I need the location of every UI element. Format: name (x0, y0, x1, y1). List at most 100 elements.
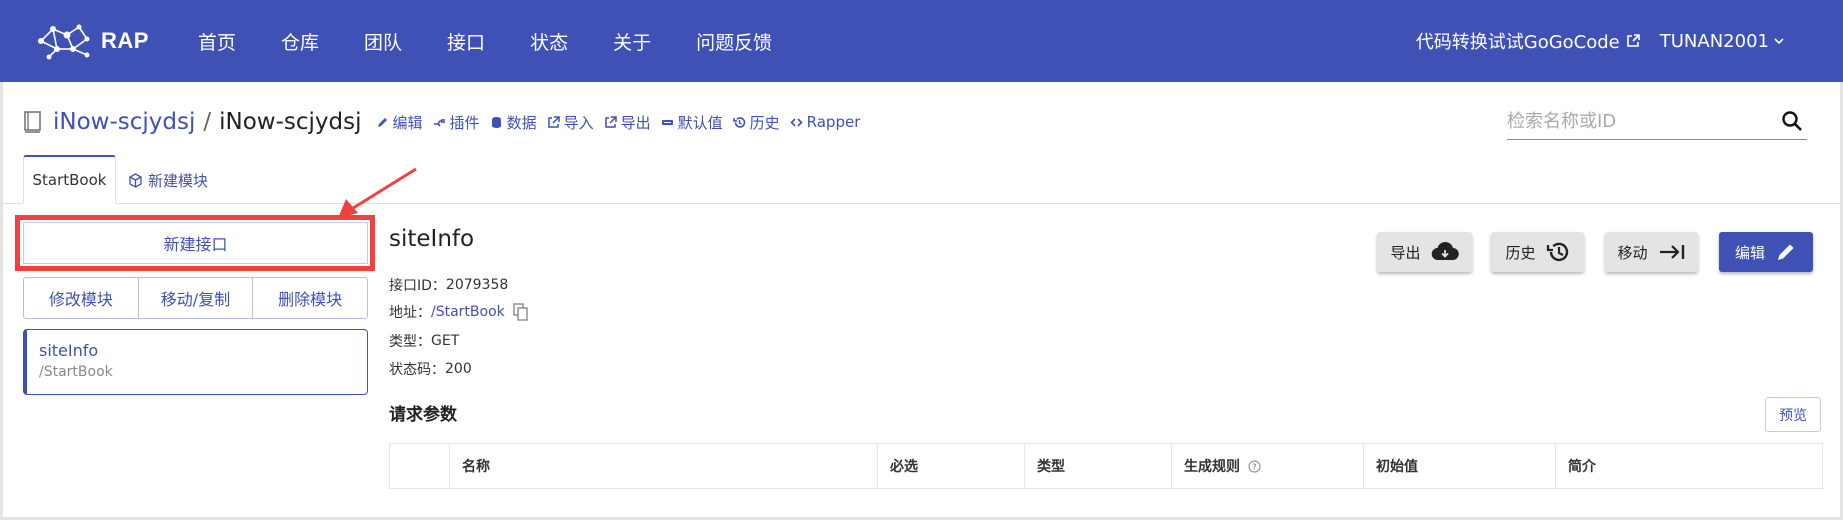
type-value: GET (431, 333, 460, 349)
edit-interface-button[interactable]: 编辑 (1719, 232, 1813, 272)
repo-defaults-label: 默认值 (677, 113, 723, 132)
delete-module-button[interactable]: 删除模块 (253, 278, 367, 318)
gogocode-link[interactable]: 代码转换试试GoGoCode (1416, 28, 1640, 54)
request-params-title: 请求参数 (389, 405, 457, 425)
history-label: 历史 (1505, 243, 1536, 262)
edit-module-button[interactable]: 修改模块 (24, 278, 139, 318)
table-header-type-label: 类型 (1037, 459, 1065, 475)
table-header-description: 简介 (1568, 459, 1596, 475)
export-button[interactable]: 导出 (1377, 232, 1472, 272)
svg-text:?: ? (1252, 462, 1257, 471)
breadcrumb: iNow-scjydsj / iNow-scjydsj 编辑 插件 数据 导入 … (23, 104, 870, 140)
table-header-rule-label: 生成规则 (1184, 459, 1240, 475)
external-link-icon (547, 115, 560, 128)
repo-plugin-link[interactable]: 插件 (433, 112, 480, 133)
search-input[interactable] (1507, 104, 1767, 138)
external-link-icon (604, 115, 617, 128)
plug-icon (433, 118, 445, 127)
move-copy-module-button[interactable]: 移动/复制 (139, 278, 254, 318)
user-menu[interactable]: TUNAN2001 (1660, 31, 1785, 52)
code-brackets-icon (790, 117, 803, 127)
pencil-icon (1778, 244, 1794, 260)
interface-list-item[interactable]: siteInfo /StartBook (23, 329, 368, 395)
breadcrumb-separator: / (203, 109, 212, 135)
search-box (1507, 104, 1807, 140)
history-icon (732, 116, 745, 128)
main-nav: 首页 仓库 团队 接口 状态 关于 问题反馈 (198, 0, 817, 82)
table-header-rule: 生成规则 ? (1172, 444, 1364, 488)
new-module-tab[interactable]: 新建模块 (128, 170, 208, 191)
nav-interface[interactable]: 接口 (447, 28, 485, 55)
repo-history-link[interactable]: 历史 (732, 112, 780, 133)
nav-home[interactable]: 首页 (198, 28, 236, 55)
module-actions: 修改模块 移动/复制 删除模块 (23, 277, 368, 319)
interface-type-row: 类型： GET (389, 331, 459, 351)
nav-feedback[interactable]: 问题反馈 (696, 28, 772, 55)
nav-repository[interactable]: 仓库 (281, 28, 319, 55)
help-icon[interactable]: ? (1248, 459, 1261, 473)
repo-edit-label: 编辑 (392, 113, 423, 132)
repo-defaults-link[interactable]: 默认值 (661, 112, 723, 133)
nav-status[interactable]: 状态 (530, 28, 568, 55)
table-header-required: 必选 (878, 444, 1025, 488)
repo-plugin-label: 插件 (449, 113, 480, 132)
edit-label: 编辑 (1734, 243, 1765, 262)
repo-data-link[interactable]: 数据 (490, 112, 537, 133)
copy-icon[interactable] (513, 303, 528, 321)
id-label: 接口ID： (389, 278, 446, 294)
cloud-download-icon (1431, 242, 1459, 261)
move-label: 移动 (1617, 243, 1648, 262)
repo-data-label: 数据 (506, 113, 537, 132)
breadcrumb-org-link[interactable]: iNow-scjydsj (53, 109, 195, 135)
history-button[interactable]: 历史 (1491, 232, 1584, 272)
repo-edit-link[interactable]: 编辑 (376, 112, 423, 133)
cube-icon (129, 173, 142, 188)
repo-history-label: 历史 (749, 113, 780, 132)
new-interface-button[interactable]: 新建接口 (23, 222, 368, 264)
rap-logo[interactable]: RAP (35, 20, 155, 62)
table-header-blank (390, 444, 450, 488)
chevron-down-icon (1774, 38, 1784, 45)
pencil-icon (377, 117, 387, 127)
top-navbar: RAP 首页 仓库 团队 接口 状态 关于 问题反馈 代码转换试试GoGoCod… (0, 0, 1843, 82)
interface-id-row: 接口ID： 2079358 (389, 275, 508, 295)
annotation-arrow (338, 167, 417, 218)
logo-text: RAP (101, 28, 149, 53)
preview-button[interactable]: 预览 (1765, 397, 1821, 432)
repo-rapper-label: Rapper (806, 113, 861, 131)
external-link-icon (1626, 34, 1640, 47)
url-label: 地址： (389, 305, 431, 321)
interface-url-row: 地址： /StartBook (389, 302, 528, 322)
interface-status-row: 状态码： 200 (389, 359, 472, 379)
interface-title: siteInfo (389, 226, 475, 252)
tabs-divider (3, 203, 1840, 204)
id-value: 2079358 (445, 277, 509, 293)
breadcrumb-repo: iNow-scjydsj (219, 109, 362, 135)
nav-team[interactable]: 团队 (364, 28, 402, 55)
interface-name: siteInfo (39, 341, 99, 360)
repo-export-link[interactable]: 导出 (604, 112, 651, 133)
table-header-type: 类型 (1025, 444, 1172, 488)
username: TUNAN2001 (1659, 30, 1769, 52)
status-value: 200 (445, 361, 472, 377)
repo-rapper-link[interactable]: Rapper (790, 113, 861, 131)
minus-box-icon (661, 119, 673, 125)
move-button[interactable]: 移动 (1605, 232, 1698, 272)
repo-export-label: 导出 (620, 113, 651, 132)
repo-import-label: 导入 (563, 113, 594, 132)
network-logo-icon (38, 24, 90, 60)
repo-import-link[interactable]: 导入 (547, 112, 594, 133)
arrow-to-end-icon (1659, 245, 1684, 259)
repository-book-icon (24, 111, 41, 133)
table-header-initial: 初始值 (1364, 444, 1556, 488)
interface-path: /StartBook (39, 364, 113, 380)
search-icon[interactable] (1781, 110, 1803, 132)
export-label: 导出 (1390, 243, 1421, 262)
table-header-name: 名称 (450, 444, 878, 488)
url-value[interactable]: /StartBook (431, 304, 505, 320)
header-right: 代码转换试试GoGoCode TUNAN2001 (1416, 0, 1785, 82)
history-icon (1546, 242, 1568, 262)
tab-startbook[interactable]: StartBook (23, 155, 116, 204)
new-module-label: 新建模块 (148, 172, 209, 190)
nav-about[interactable]: 关于 (613, 28, 651, 55)
